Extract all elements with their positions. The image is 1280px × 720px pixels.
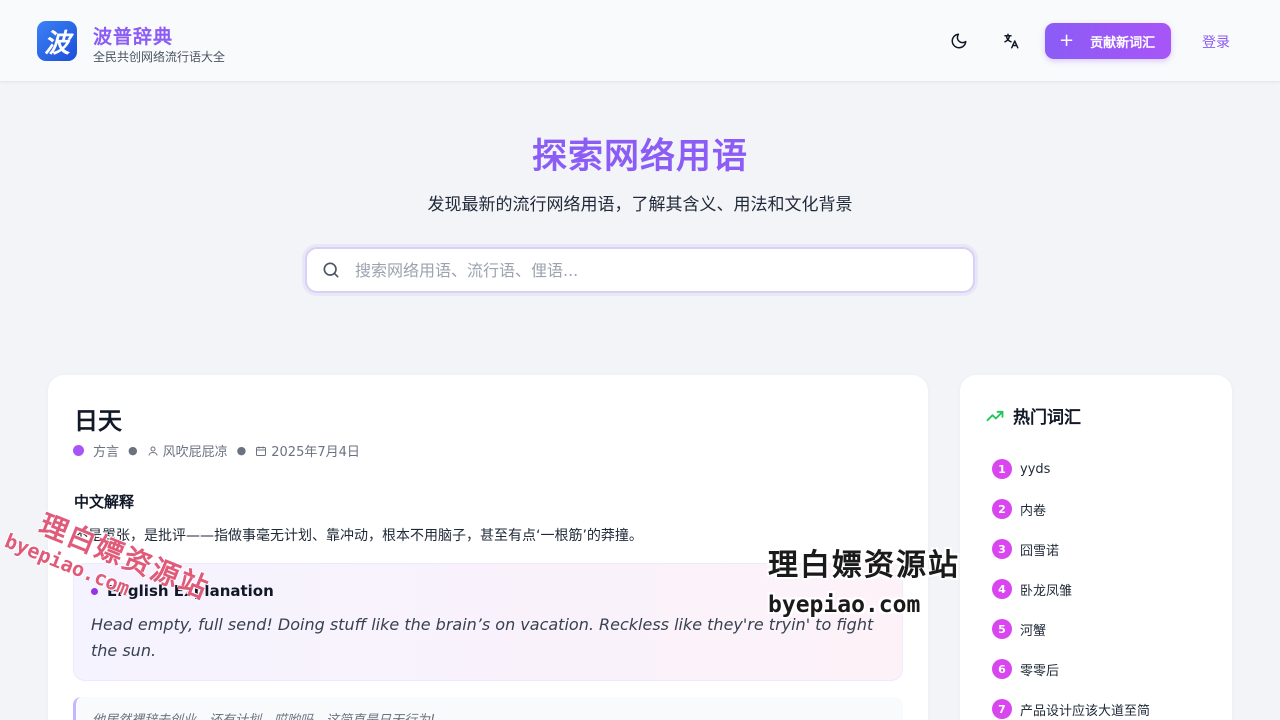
- meta-separator: ●: [236, 444, 247, 457]
- entry-author[interactable]: 风吹屁屁凉: [163, 441, 228, 460]
- hot-word-label: 零零后: [1020, 663, 1060, 679]
- watermark-right-cn: 理白嫖资源站: [768, 548, 960, 583]
- plus-icon: +: [1059, 30, 1075, 51]
- hot-word-item[interactable]: 5 河蟹: [992, 609, 1150, 649]
- contribute-label: 贡献新词汇: [1090, 35, 1156, 51]
- calendar-icon: [255, 445, 267, 457]
- search-bar[interactable]: [305, 247, 975, 293]
- hot-word-item[interactable]: 2 内卷: [992, 489, 1150, 529]
- hot-word-label: 卧龙凤雏: [1020, 583, 1073, 599]
- hot-word-label: 囧雪诺: [1020, 543, 1060, 559]
- hot-word-item[interactable]: 1 yyds: [992, 449, 1150, 489]
- entry-date: 2025年7月4日: [271, 445, 360, 460]
- hot-words-card: 热门词汇 1 yyds 2 内卷 3 囧雪诺 4 卧龙凤雏 5 河蟹 6 零零后 7 产品设计…: [960, 375, 1232, 720]
- login-button[interactable]: 登录: [1202, 32, 1230, 52]
- meta-separator: ●: [128, 444, 138, 457]
- brand-title[interactable]: 波普辞典: [93, 22, 173, 49]
- rank-badge: 1: [992, 459, 1012, 479]
- hot-word-item[interactable]: 3 囧雪诺: [992, 529, 1150, 569]
- watermark-right-url: byepiao.com: [768, 592, 921, 618]
- hot-word-item[interactable]: 4 卧龙凤雏: [992, 569, 1150, 609]
- rank-badge: 4: [992, 579, 1012, 599]
- user-icon: [147, 445, 159, 457]
- example-quote: 他居然裸辞去创业，还有计划，哎哟吗，这简直是日天行为!: [73, 697, 903, 720]
- entry-meta: 方言 ● 风吹屁屁凉 ● 2025年7月4日: [73, 441, 360, 460]
- top-header: 波 波普辞典 全民共创网络流行语大全 + 贡献新词汇 登录: [0, 0, 1280, 82]
- hot-words-header: 热门词汇: [985, 403, 1081, 428]
- contribute-word-button[interactable]: + 贡献新词汇: [1045, 23, 1171, 59]
- language-toggle-button[interactable]: [998, 28, 1024, 54]
- search-icon: [321, 260, 341, 280]
- en-explanation-text: Head empty, full send! Doing stuff like …: [91, 615, 874, 660]
- brand-subtitle: 全民共创网络流行语大全: [93, 50, 226, 64]
- entry-word[interactable]: 日天: [74, 401, 122, 436]
- trending-up-icon: [985, 406, 1005, 426]
- moon-icon: [951, 33, 967, 49]
- hot-word-item[interactable]: 7 产品设计应该大道至简: [992, 689, 1150, 720]
- hot-word-label: 产品设计应该大道至简: [1020, 703, 1151, 719]
- rank-badge: 6: [992, 659, 1012, 679]
- entry-category[interactable]: 方言: [93, 441, 119, 460]
- hot-word-item[interactable]: 6 零零后: [992, 649, 1150, 689]
- app-logo[interactable]: 波: [37, 21, 77, 61]
- hot-word-label: 内卷: [1020, 503, 1047, 519]
- page-title: 探索网络用语: [531, 137, 748, 177]
- search-input[interactable]: [355, 260, 945, 280]
- page-subtitle: 发现最新的流行网络用语，了解其含义、用法和文化背景: [427, 195, 853, 215]
- rank-badge: 3: [992, 539, 1012, 559]
- category-dot-icon: [73, 445, 84, 456]
- hot-word-label: yyds: [1020, 461, 1051, 477]
- rank-badge: 2: [992, 499, 1012, 519]
- rank-badge: 7: [992, 699, 1012, 719]
- theme-toggle-button[interactable]: [946, 28, 972, 54]
- hot-word-label: 河蟹: [1020, 623, 1047, 639]
- zh-explanation-label: 中文解释: [74, 493, 135, 511]
- hot-words-list: 1 yyds 2 内卷 3 囧雪诺 4 卧龙凤雏 5 河蟹 6 零零后 7 产品设计应该大道至…: [992, 449, 1150, 720]
- example-text: 他居然裸辞去创业，还有计划，哎哟吗，这简直是日天行为!: [92, 709, 435, 720]
- hot-words-title: 热门词汇: [1013, 408, 1081, 428]
- translate-icon: [1004, 33, 1019, 49]
- rank-badge: 5: [992, 619, 1012, 639]
